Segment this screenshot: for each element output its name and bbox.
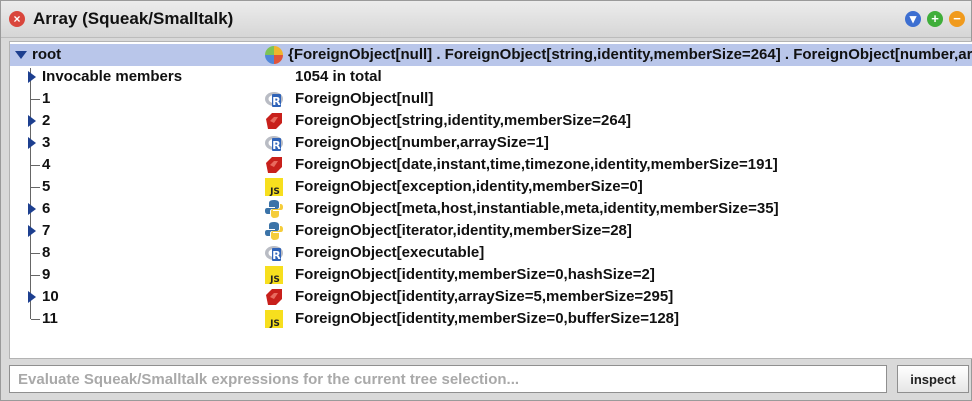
tree-row[interactable]: 4 ForeignObject[date,instant,time,timezon… — [10, 154, 972, 176]
tree-row[interactable]: 11 JS ForeignObject[identity,memberSize=0,… — [10, 308, 972, 330]
collapsed-triangle-icon[interactable] — [25, 136, 39, 150]
svg-text:R: R — [272, 95, 281, 108]
tree-value: ForeignObject[identity,memberSize=0,hash… — [295, 266, 655, 283]
tree-row[interactable]: 5 JS ForeignObject[exception,identity,memb… — [10, 176, 972, 198]
svg-text:R: R — [272, 249, 281, 262]
expand-button[interactable]: + — [927, 11, 943, 27]
chevron-down-icon: ▾ — [909, 11, 917, 26]
svg-text:JS: JS — [269, 319, 280, 329]
tree-row[interactable]: 7 ForeignObject[iterator,identity,memberS… — [10, 220, 972, 242]
minimize-button[interactable]: − — [949, 11, 965, 27]
python-icon — [264, 199, 284, 219]
python-icon — [264, 221, 284, 241]
tree-branch-line — [31, 319, 40, 320]
tree-value: 1054 in total — [295, 68, 382, 85]
tree-row[interactable]: 2 ForeignObject[string,identity,memberSiz… — [10, 110, 972, 132]
tree-branch-line — [31, 275, 40, 276]
language-mix-icon — [264, 45, 284, 65]
tree-row[interactable]: 6 ForeignObject[meta,host,instantiable,me… — [10, 198, 972, 220]
inspect-button[interactable]: inspect — [897, 365, 969, 393]
javascript-icon: JS — [264, 309, 284, 329]
svg-text:R: R — [272, 139, 281, 152]
title-bar[interactable]: × Array (Squeak/Smalltalk) ▾ + − — [1, 1, 971, 38]
object-tree[interactable]: root {ForeignObject[null] . ForeignObject… — [9, 41, 972, 359]
ruby-icon — [264, 111, 284, 131]
tree-branch-line — [31, 99, 40, 100]
tree-value: ForeignObject[meta,host,instantiable,met… — [295, 200, 779, 217]
tree-branch-line — [31, 165, 40, 166]
tree-key: root — [32, 46, 62, 63]
tree-branch-line — [31, 187, 40, 188]
ruby-icon — [264, 155, 284, 175]
tree-key: 8 — [42, 244, 51, 261]
tree-row-root[interactable]: root {ForeignObject[null] . ForeignObject… — [10, 44, 972, 66]
collapsed-triangle-icon[interactable] — [25, 224, 39, 238]
expanded-triangle-icon[interactable] — [14, 48, 28, 62]
tree-row[interactable]: 1 R ForeignObject[null] — [10, 88, 972, 110]
tree-key: 10 — [42, 288, 59, 305]
tree-key: 5 — [42, 178, 51, 195]
javascript-icon: JS — [264, 265, 284, 285]
collapsed-triangle-icon[interactable] — [25, 202, 39, 216]
tree-value: ForeignObject[date,instant,time,timezone… — [295, 156, 778, 173]
tree-row[interactable]: 10 ForeignObject[identity,arraySize=5,mem… — [10, 286, 972, 308]
r-language-icon: R — [264, 133, 284, 153]
svg-text:JS: JS — [269, 187, 280, 197]
tree-key: 7 — [42, 222, 51, 239]
tree-key: 3 — [42, 134, 51, 151]
tree-key: 1 — [42, 90, 51, 107]
ruby-icon — [264, 287, 284, 307]
tree-key: 4 — [42, 156, 51, 173]
tree-row[interactable]: 9 JS ForeignObject[identity,memberSize=0,h… — [10, 264, 972, 286]
minus-icon: − — [953, 11, 961, 26]
tree-value: ForeignObject[iterator,identity,memberSi… — [295, 222, 632, 239]
tree-value: ForeignObject[identity,memberSize=0,buff… — [295, 310, 679, 327]
tree-value: {ForeignObject[null] . ForeignObject[str… — [288, 46, 972, 63]
tree-value: ForeignObject[string,identity,memberSize… — [295, 112, 632, 129]
evaluate-input[interactable]: Evaluate Squeak/Smalltalk expressions fo… — [9, 365, 887, 393]
close-button[interactable]: × — [9, 11, 25, 27]
tree-key: 2 — [42, 112, 51, 129]
collapsed-triangle-icon[interactable] — [25, 290, 39, 304]
tree-branch-line — [31, 253, 40, 254]
plus-icon: + — [931, 11, 939, 26]
tree-value: ForeignObject[number,arraySize=1] — [295, 134, 549, 151]
tree-value: ForeignObject[identity,arraySize=5,membe… — [295, 288, 674, 305]
tree-value: ForeignObject[null] — [295, 90, 434, 107]
tree-key: 11 — [42, 310, 58, 327]
svg-text:JS: JS — [269, 275, 280, 285]
tree-value: ForeignObject[executable] — [295, 244, 485, 261]
tree-value: ForeignObject[exception,identity,memberS… — [295, 178, 643, 195]
tree-row[interactable]: 8 R ForeignObject[executable] — [10, 242, 972, 264]
tree-row[interactable]: Invocable members 1054 in total — [10, 66, 972, 88]
collapse-button[interactable]: ▾ — [905, 11, 921, 27]
collapsed-triangle-icon[interactable] — [25, 70, 39, 84]
r-language-icon: R — [264, 243, 284, 263]
window-title: Array (Squeak/Smalltalk) — [33, 9, 234, 28]
evaluator-bar: Evaluate Squeak/Smalltalk expressions fo… — [9, 365, 969, 395]
tree-key: 9 — [42, 266, 51, 283]
close-icon: × — [13, 12, 21, 26]
collapsed-triangle-icon[interactable] — [25, 114, 39, 128]
tree-key: 6 — [42, 200, 51, 217]
tree-row[interactable]: 3 R ForeignObject[number,arraySize=1] — [10, 132, 972, 154]
javascript-icon: JS — [264, 177, 284, 197]
tree-key: Invocable members — [42, 68, 183, 85]
inspector-window: × Array (Squeak/Smalltalk) ▾ + − root {Fore… — [0, 0, 972, 401]
r-language-icon: R — [264, 89, 284, 109]
